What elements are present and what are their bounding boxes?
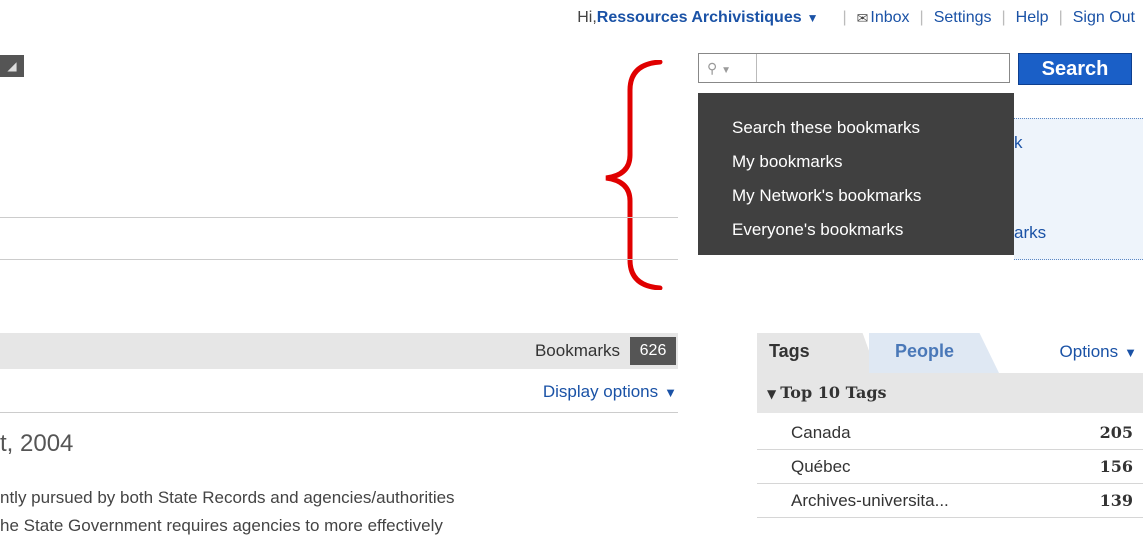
chevron-down-icon[interactable]: ▼ — [807, 11, 819, 25]
help-link[interactable]: Help — [1016, 9, 1049, 27]
chevron-down-icon: ▼ — [721, 65, 732, 76]
greeting-text: Hi, — [577, 9, 597, 26]
menu-item-my-bookmarks[interactable]: My bookmarks — [732, 145, 1014, 179]
signout-link[interactable]: Sign Out — [1073, 9, 1135, 27]
divider — [0, 259, 678, 260]
tag-row[interactable]: Archives-universita... 139 — [757, 484, 1143, 518]
tab-people[interactable]: People — [869, 333, 999, 373]
inbox-link[interactable]: Inbox — [870, 9, 909, 27]
options-button[interactable]: Options ▼ — [1060, 342, 1137, 362]
search-button[interactable]: Search — [1018, 53, 1132, 85]
annotation-brace — [605, 60, 663, 290]
tag-name[interactable]: Canada — [791, 423, 851, 443]
divider: | — [919, 9, 924, 26]
search-box: ⚲ ▼ — [698, 53, 1010, 83]
tags-panel-tabs: Tags People Options ▼ — [757, 333, 1143, 373]
search-icon: ⚲ — [707, 60, 718, 76]
settings-link[interactable]: Settings — [934, 9, 992, 27]
tag-name[interactable]: Québec — [791, 457, 851, 477]
side-link[interactable]: arks — [1014, 223, 1046, 243]
display-options-label: Display options — [542, 382, 659, 401]
envelope-icon[interactable]: ✉ — [857, 10, 869, 27]
divider — [0, 217, 678, 218]
bookmark-title[interactable]: t, 2004 — [0, 430, 73, 458]
description-line: he State Government requires agencies to… — [0, 516, 443, 535]
tag-count: 139 — [1099, 491, 1133, 510]
side-link[interactable]: k — [1014, 133, 1023, 153]
chevron-down-icon: ▼ — [1124, 345, 1137, 360]
tag-count: 156 — [1099, 457, 1133, 476]
search-input[interactable] — [759, 56, 1009, 82]
bookmarks-label: Bookmarks — [534, 341, 620, 360]
top-tags-label: Top 10 Tags — [780, 383, 887, 402]
tab-tags[interactable]: Tags — [757, 333, 877, 373]
options-label: Options — [1059, 342, 1119, 361]
top-tags-header[interactable]: ▼ Top 10 Tags — [757, 373, 1143, 413]
divider: | — [1001, 9, 1006, 26]
bookmark-description: ntly pursued by both State Records and a… — [0, 484, 680, 540]
tag-count: 205 — [1099, 423, 1133, 442]
display-options-button[interactable]: Display options ▼ — [543, 382, 677, 402]
description-line: ntly pursued by both State Records and a… — [0, 488, 455, 507]
tag-row[interactable]: Québec 156 — [757, 450, 1143, 484]
divider — [0, 412, 678, 413]
search-scope-selector[interactable]: ⚲ ▼ — [699, 54, 757, 82]
chevron-down-icon: ▼ — [664, 385, 677, 400]
collapsed-arrow-icon[interactable]: ◢ — [0, 55, 24, 77]
menu-item-everyone-bookmarks[interactable]: Everyone's bookmarks — [732, 213, 1014, 247]
side-info-panel: k arks — [1014, 118, 1143, 260]
search-scope-menu: Search these bookmarks My bookmarks My N… — [698, 93, 1014, 255]
username-menu[interactable]: Ressources Archivistiques — [597, 9, 802, 27]
menu-item-search-these[interactable]: Search these bookmarks — [732, 111, 1014, 145]
top-nav: Hi, Ressources Archivistiques ▼ | ✉ Inbo… — [577, 9, 1135, 27]
divider: | — [1058, 9, 1063, 26]
bookmarks-bar: Bookmarks 626 — [0, 333, 678, 369]
menu-item-network-bookmarks[interactable]: My Network's bookmarks — [732, 179, 1014, 213]
divider: | — [842, 9, 847, 26]
bookmarks-count-badge: 626 — [630, 337, 676, 365]
tag-name[interactable]: Archives-universita... — [791, 491, 949, 511]
tag-row[interactable]: Canada 205 — [757, 416, 1143, 450]
triangle-down-icon: ▼ — [767, 387, 777, 401]
